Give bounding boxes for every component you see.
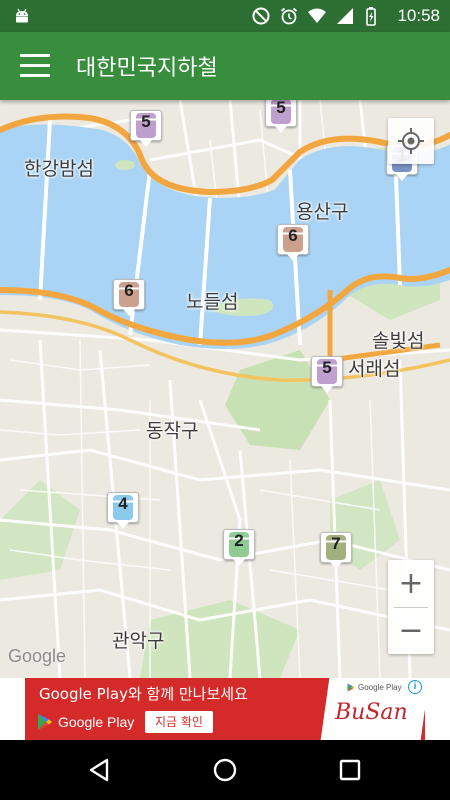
signal-icon	[337, 8, 354, 24]
ad-store-name: Google Play	[58, 714, 135, 730]
ad-brand-logo: BuSan	[335, 700, 408, 725]
do-not-disturb-icon	[252, 7, 270, 25]
station-marker[interactable]: 4	[107, 492, 139, 530]
place-label-dongjak-gu: 동작구	[146, 420, 199, 442]
alarm-icon	[281, 7, 298, 25]
battery-charging-icon	[366, 7, 377, 26]
ad-banner[interactable]: Google Play와 함께 만나보세요 Google Play 지금 확인 …	[25, 678, 425, 740]
google-play-icon	[347, 683, 355, 692]
place-label-gwanak-gu: 관악구	[112, 630, 165, 652]
home-icon[interactable]	[212, 757, 238, 783]
place-label-hangang-bamseom: 한강밤섬	[24, 158, 94, 180]
google-logo: Google	[8, 646, 67, 666]
station-marker[interactable]: 5	[265, 100, 297, 134]
station-marker[interactable]: 6	[113, 279, 145, 317]
station-marker[interactable]: 5	[311, 356, 343, 394]
zoom-controls: + −	[388, 560, 434, 654]
status-time: 10:58	[397, 6, 440, 25]
place-label-seoraeseom: 서래섬	[348, 358, 401, 380]
station-marker[interactable]: 2	[223, 529, 255, 567]
app-title: 대한민국지하철	[76, 56, 218, 81]
my-location-button[interactable]	[388, 118, 434, 164]
recents-icon[interactable]	[337, 757, 363, 783]
status-bar: 10:58	[0, 0, 450, 32]
wifi-icon	[308, 8, 327, 23]
map-view[interactable]: 한강밤섬 용산구 노들섬 솔빛섬 서래섬 동작구 관악구 5 5 1 6 6 5…	[0, 100, 450, 678]
ad-info-icon[interactable]: i	[408, 680, 422, 694]
zoom-out-button[interactable]: −	[388, 607, 434, 654]
android-icon	[16, 8, 28, 23]
app-bar: 대한민국지하철	[0, 32, 450, 100]
my-location-icon	[398, 128, 424, 154]
station-marker[interactable]: 7	[320, 532, 352, 570]
station-marker[interactable]: 5	[130, 110, 162, 148]
back-icon[interactable]	[87, 757, 113, 783]
ad-store-badge: Google Play	[37, 712, 134, 732]
place-label-yongsan-gu: 용산구	[296, 201, 349, 223]
ad-cta-button[interactable]: 지금 확인	[145, 711, 213, 733]
hamburger-menu-icon[interactable]	[20, 54, 50, 78]
station-marker[interactable]: 6	[277, 224, 309, 262]
ad-headline: Google Play와 함께 만나보세요	[39, 685, 248, 703]
ad-card-store: Google Play	[347, 683, 402, 692]
zoom-in-button[interactable]: +	[388, 560, 434, 607]
map-base	[0, 100, 450, 678]
ad-area: Google Play와 함께 만나보세요 Google Play 지금 확인 …	[0, 678, 450, 740]
google-play-icon	[38, 714, 52, 730]
navigation-bar	[0, 740, 450, 800]
place-label-solbitseom: 솔빛섬	[372, 330, 425, 352]
place-label-nodeulseom: 노들섬	[186, 291, 239, 313]
